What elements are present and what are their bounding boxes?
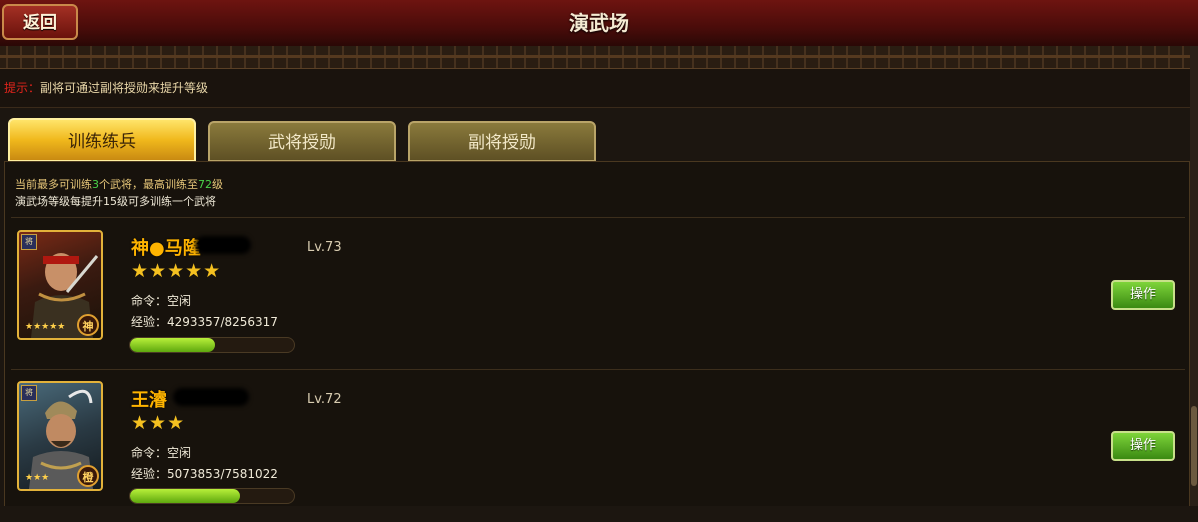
- experience-bar-fill: [130, 489, 240, 503]
- card-stars: ★★★★★: [25, 322, 66, 332]
- general-portrait[interactable]: 将 ★★★ 橙: [17, 381, 103, 491]
- operate-button[interactable]: 操作: [1111, 280, 1175, 310]
- divider: [11, 217, 1185, 218]
- page-title: 演武场: [569, 11, 629, 35]
- card-corner-tag: 将: [21, 385, 37, 401]
- general-level: Lv.72: [307, 392, 342, 407]
- experience-bar-fill: [130, 338, 216, 352]
- star-rating: ★★★★★: [131, 260, 222, 282]
- experience-text: 经验：4293357/8256317: [131, 315, 278, 329]
- general-row: 将 ★★★★★ 神 神●马隆 Lv.73 ★★★★★ 命令：空闲 经验：4293…: [5, 220, 1191, 370]
- card-stars: ★★★: [25, 473, 50, 483]
- max-count: 3: [92, 178, 99, 191]
- tab-training[interactable]: 训练练兵: [8, 118, 196, 162]
- divider: [11, 369, 1185, 370]
- star-rating: ★★★: [131, 412, 186, 434]
- rank-badge: 神: [77, 314, 99, 336]
- scrollbar-thumb[interactable]: [1191, 406, 1197, 486]
- tab-general-medal[interactable]: 武将授勋: [208, 121, 396, 162]
- command-status: 命令：空闲: [131, 446, 192, 460]
- tab-deputy-medal[interactable]: 副将授勋: [408, 121, 596, 162]
- general-name: 王濬: [131, 390, 167, 411]
- general-name: 神●马隆: [131, 238, 201, 259]
- experience-bar: [129, 337, 295, 353]
- training-capacity-info: 当前最多可训练3个武将，最高训练至72级: [15, 176, 223, 192]
- general-level: Lv.73: [307, 240, 342, 255]
- rank-badge: 橙: [77, 465, 99, 487]
- tip-text: 副将可通过副将授勋来提升等级: [40, 81, 209, 95]
- back-button[interactable]: 返回: [2, 4, 78, 40]
- general-row: 将 ★★★ 橙 王濬 Lv.72 ★★★ 命令：空闲 经验：5073853/75…: [5, 372, 1191, 522]
- top-bar: 演武场 返回: [0, 0, 1198, 47]
- info-text: 个武将，最高训练至: [99, 178, 198, 191]
- decorative-border: [0, 46, 1198, 69]
- general-portrait[interactable]: 将 ★★★★★ 神: [17, 230, 103, 340]
- tip-bar: 提示：副将可通过副将授勋来提升等级: [0, 69, 1198, 108]
- redaction-mark: [195, 236, 251, 254]
- max-level: 72: [198, 178, 212, 191]
- operate-button[interactable]: 操作: [1111, 431, 1175, 461]
- command-status: 命令：空闲: [131, 294, 192, 308]
- info-text: 当前最多可训练: [15, 178, 92, 191]
- experience-bar: [129, 488, 295, 504]
- training-rule-info: 演武场等级每提升15级可多训练一个武将: [15, 195, 216, 208]
- info-text: 级: [212, 178, 223, 191]
- training-panel: 当前最多可训练3个武将，最高训练至72级 演武场等级每提升15级可多训练一个武将…: [4, 161, 1190, 506]
- experience-text: 经验：5073853/7581022: [131, 467, 278, 481]
- scrollbar[interactable]: [1190, 46, 1198, 506]
- card-corner-tag: 将: [21, 234, 37, 250]
- tip-label: 提示：: [4, 81, 41, 95]
- redaction-mark: [173, 388, 249, 406]
